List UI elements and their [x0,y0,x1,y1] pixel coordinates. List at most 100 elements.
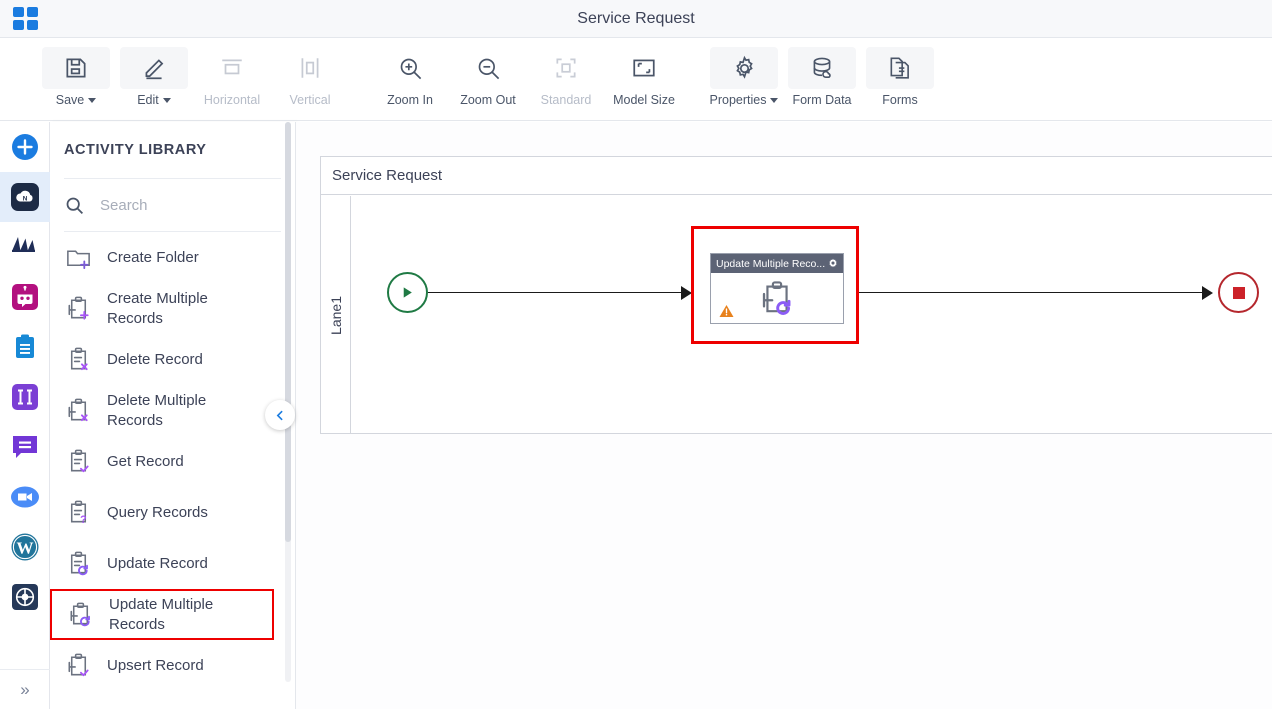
rail-expand-button[interactable]: » [0,669,50,709]
standard-button[interactable]: Standard [528,47,604,113]
rail-item-wordpress[interactable]: W [0,522,50,572]
stop-square-icon [1232,286,1245,299]
list-item-label: Query Records [107,503,208,521]
save-button[interactable]: Save [38,47,114,113]
edit-label: Edit [137,93,159,107]
collapse-panel-button[interactable] [265,400,295,430]
svg-text:W: W [17,539,34,558]
list-item[interactable]: Update Record [50,538,296,589]
forms-button[interactable]: Forms [862,47,938,113]
task-selection-frame[interactable]: Update Multiple Reco... [691,226,859,344]
flow-arrow-2 [1202,285,1213,300]
list-item[interactable]: Create Folder [50,232,296,283]
rail-item-clipboard[interactable] [0,322,50,372]
pool-header: Service Request [321,157,1272,195]
rail-item-video[interactable] [0,472,50,522]
bot-icon [12,284,38,310]
edit-pencil-icon [120,47,188,89]
list-item-label: Create Multiple Records [107,289,208,327]
apps-grid-icon[interactable] [13,7,39,31]
list-item[interactable]: ? Query Records [50,487,296,538]
lane-body[interactable]: Update Multiple Reco... [351,196,1272,434]
lane[interactable]: Lane1 Update Multiple Reco... [321,196,1272,434]
create-multiple-records-icon [68,296,89,320]
rail-item-add[interactable] [0,122,50,172]
delete-record-icon [70,347,88,371]
task-title-label: Update Multiple Reco... [716,257,826,270]
rail-item-globe[interactable] [0,572,50,622]
warning-triangle-icon[interactable] [718,303,735,319]
start-event[interactable] [387,272,428,313]
update-multiple-records-icon [762,280,791,315]
video-camera-icon [11,486,39,508]
model-size-icon [610,47,678,89]
list-item[interactable]: Get Record [50,436,296,487]
vertical-button[interactable]: Vertical [272,47,348,113]
zoom-in-icon [376,47,444,89]
play-icon [403,287,412,298]
search-icon [66,197,83,214]
chevron-left-icon [276,410,283,420]
svg-text:?: ? [80,514,87,526]
edit-button[interactable]: Edit [116,47,192,113]
task-title-bar: Update Multiple Reco... [711,254,843,273]
lane-label: Lane1 [321,196,351,434]
columns-icon [12,384,38,410]
list-item-label: Create Folder [107,248,199,266]
forms-label: Forms [882,93,918,107]
list-item[interactable]: Delete Multiple Records [50,385,296,436]
task-update-multiple-records[interactable]: Update Multiple Reco... [710,253,844,324]
zoom-out-button[interactable]: Zoom Out [450,47,526,113]
get-record-icon [70,449,89,473]
rail-item-bot[interactable] [0,272,50,322]
wordpress-icon: W [11,533,39,561]
list-item[interactable]: Upsert Record [50,640,296,691]
list-item-update-multiple-records[interactable]: Update Multiple Records [50,589,274,640]
toolbar: Save Edit Horizontal Vertical Zoom In Zo… [0,38,1272,121]
activity-library-panel: ACTIVITY LIBRARY Create Folder Create Mu… [50,122,296,709]
update-multiple-records-icon [70,602,90,627]
horizontal-button[interactable]: Horizontal [194,47,270,113]
list-item-label: Get Record [107,452,184,470]
rail-item-dynamics[interactable] [0,222,50,272]
sequence-flow-2[interactable] [859,292,1209,294]
gear-icon[interactable] [827,258,839,270]
chevron-down-icon[interactable] [770,98,779,103]
plus-circle-icon [12,134,38,160]
zoom-in-button[interactable]: Zoom In [372,47,448,113]
rail-item-chat[interactable] [0,422,50,472]
chevron-down-icon[interactable] [88,98,97,103]
form-data-button[interactable]: Form Data [784,47,860,113]
update-record-icon [70,551,88,576]
library-scrollbar-thumb[interactable] [285,122,291,542]
end-event[interactable] [1218,272,1259,313]
pool[interactable]: Service Request Lane1 Update Multiple Re [320,156,1272,434]
model-size-button[interactable]: Model Size [606,47,682,113]
diagram-canvas[interactable]: Service Request Lane1 Update Multiple Re [296,122,1272,709]
horizontal-label: Horizontal [203,93,261,107]
save-icon [42,47,110,89]
list-item[interactable]: Create Multiple Records [50,283,296,334]
lane-name: Lane1 [327,295,344,335]
chevron-down-icon[interactable] [162,98,171,103]
properties-button[interactable]: Properties [706,47,782,113]
rail-item-cloud[interactable]: N [0,172,50,222]
list-item-label: Update Multiple Records [109,595,214,633]
library-search[interactable] [50,179,295,231]
title-bar: Service Request [0,0,1272,38]
list-item[interactable]: Delete Record [50,334,296,385]
zoom-in-label: Zoom In [387,93,433,107]
upsert-record-icon [68,653,89,677]
chat-bubble-icon [13,436,37,458]
query-records-icon: ? [70,500,87,526]
model-size-label: Model Size [613,93,675,107]
save-label: Save [55,93,85,107]
rail-item-columns[interactable] [0,372,50,422]
globe-grid-icon [12,584,38,610]
vertical-label: Vertical [289,93,331,107]
svg-text:N: N [23,195,28,202]
sequence-flow-1[interactable] [428,292,690,294]
cloud-n-icon: N [11,183,39,211]
database-icon [788,47,856,89]
search-input[interactable] [98,195,268,215]
